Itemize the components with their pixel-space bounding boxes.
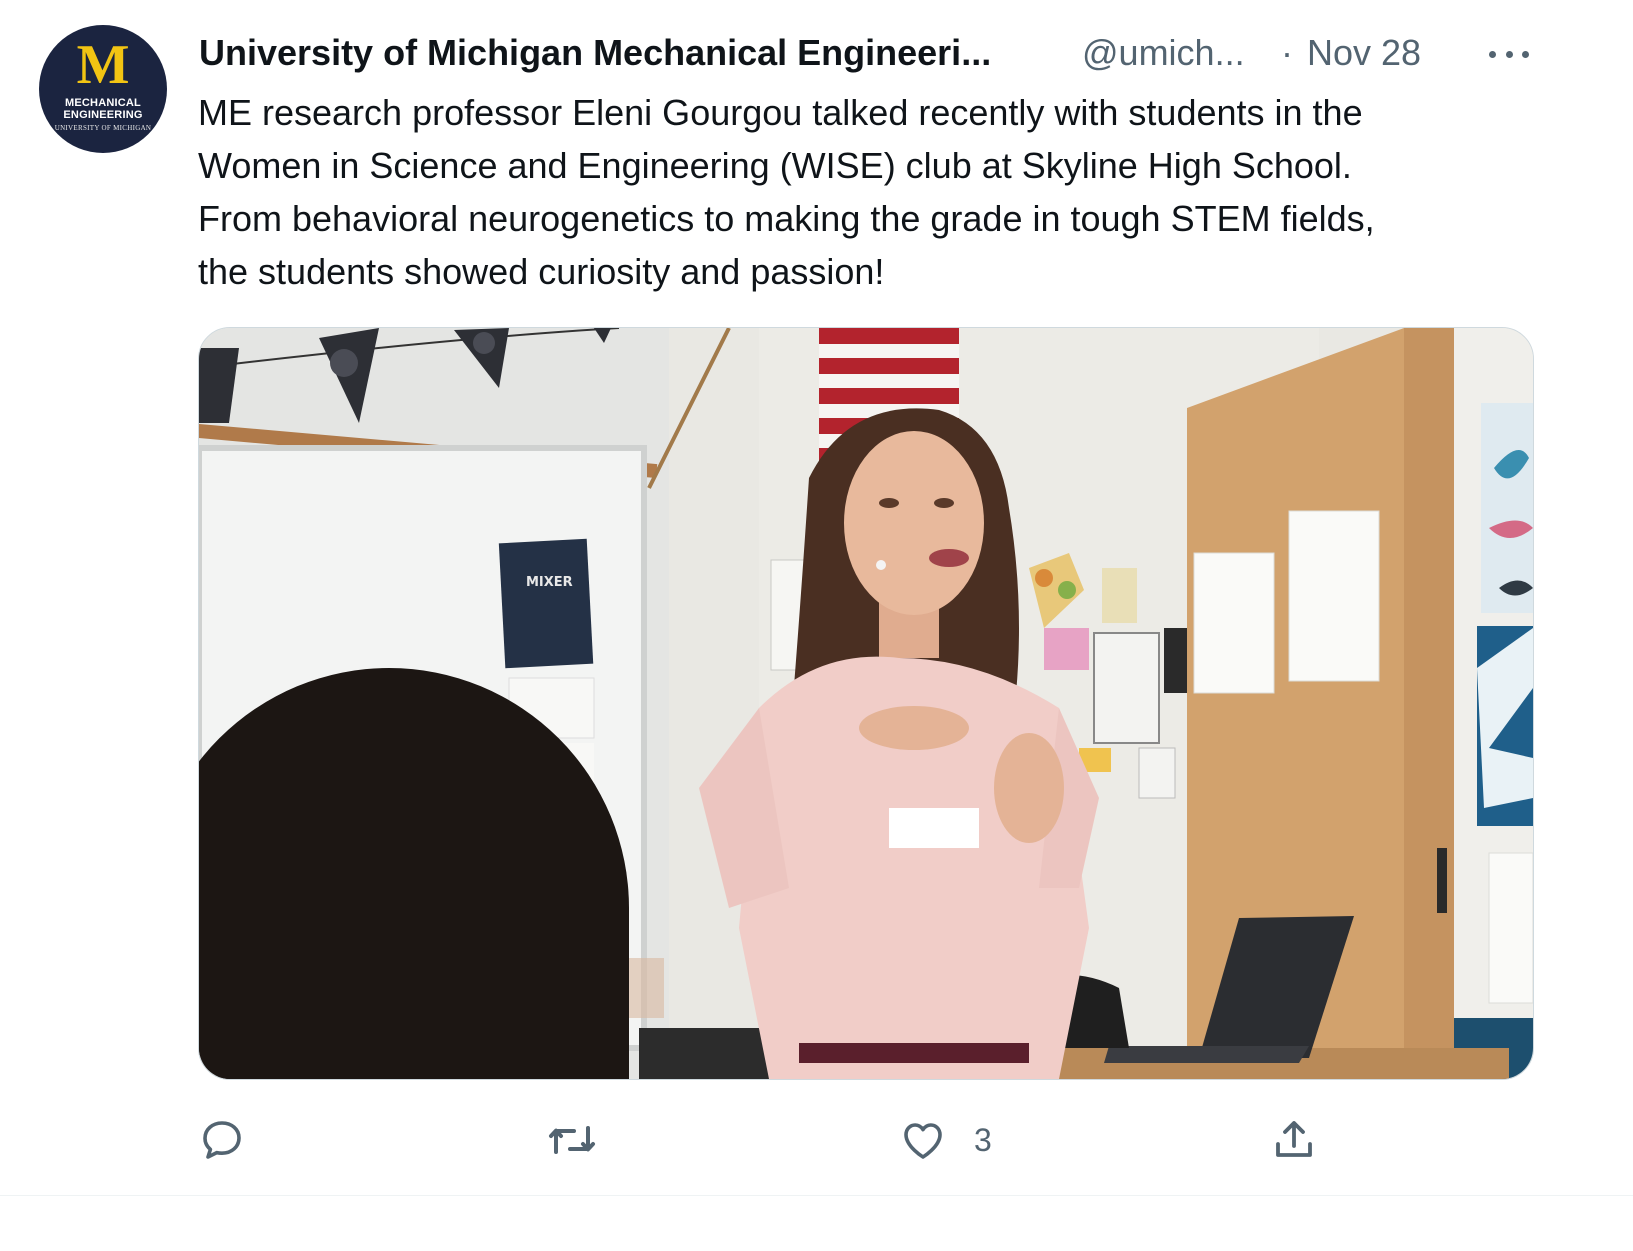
- classroom-photo: MIXER: [199, 328, 1533, 1079]
- like-count: 3: [974, 1122, 992, 1158]
- retweet-icon: [549, 1126, 595, 1154]
- tweet-text-line: ME research professor Eleni Gourgou talk…: [198, 92, 1363, 133]
- avatar-logo-line3: UNIVERSITY OF MICHIGAN: [54, 124, 152, 132]
- display-name[interactable]: University of Michigan Mechanical Engine…: [199, 30, 991, 76]
- tweet-text-line: the students showed curiosity and passio…: [198, 251, 885, 292]
- avatar-logo-line2: ENGINEERING: [63, 109, 143, 121]
- avatar-logo-line1: MECHANICAL: [65, 97, 141, 109]
- tweet-photo[interactable]: MIXER: [198, 327, 1534, 1080]
- account-avatar[interactable]: M MECHANICAL ENGINEERING UNIVERSITY OF M…: [39, 25, 167, 153]
- user-handle[interactable]: @umich...: [1082, 30, 1245, 76]
- tweet-actions: 3: [198, 1112, 1534, 1172]
- like-button[interactable]: 3: [898, 1112, 992, 1168]
- heart-icon: [904, 1123, 942, 1159]
- tweet-text-line: Women in Science and Engineering (WISE) …: [198, 145, 1352, 186]
- share-icon: [1276, 1121, 1312, 1157]
- share-button[interactable]: [1270, 1112, 1318, 1168]
- reply-button[interactable]: [198, 1112, 246, 1168]
- tweet-date[interactable]: Nov 28: [1307, 30, 1421, 76]
- avatar-logo-letter: M: [76, 34, 130, 96]
- tweet-header: University of Michigan Mechanical Engine…: [199, 30, 1599, 80]
- tweet[interactable]: M MECHANICAL ENGINEERING UNIVERSITY OF M…: [0, 0, 1633, 1251]
- tweet-text: ME research professor Eleni Gourgou talk…: [198, 86, 1528, 298]
- separator-dot: ·: [1281, 32, 1293, 73]
- reply-icon: [203, 1121, 241, 1159]
- tweet-text-line: From behavioral neurogenetics to making …: [198, 198, 1375, 239]
- more-options-icon[interactable]: [1489, 44, 1529, 64]
- divider: [0, 1195, 1633, 1196]
- retweet-button[interactable]: [546, 1112, 598, 1168]
- poster-title: MIXER: [526, 575, 573, 590]
